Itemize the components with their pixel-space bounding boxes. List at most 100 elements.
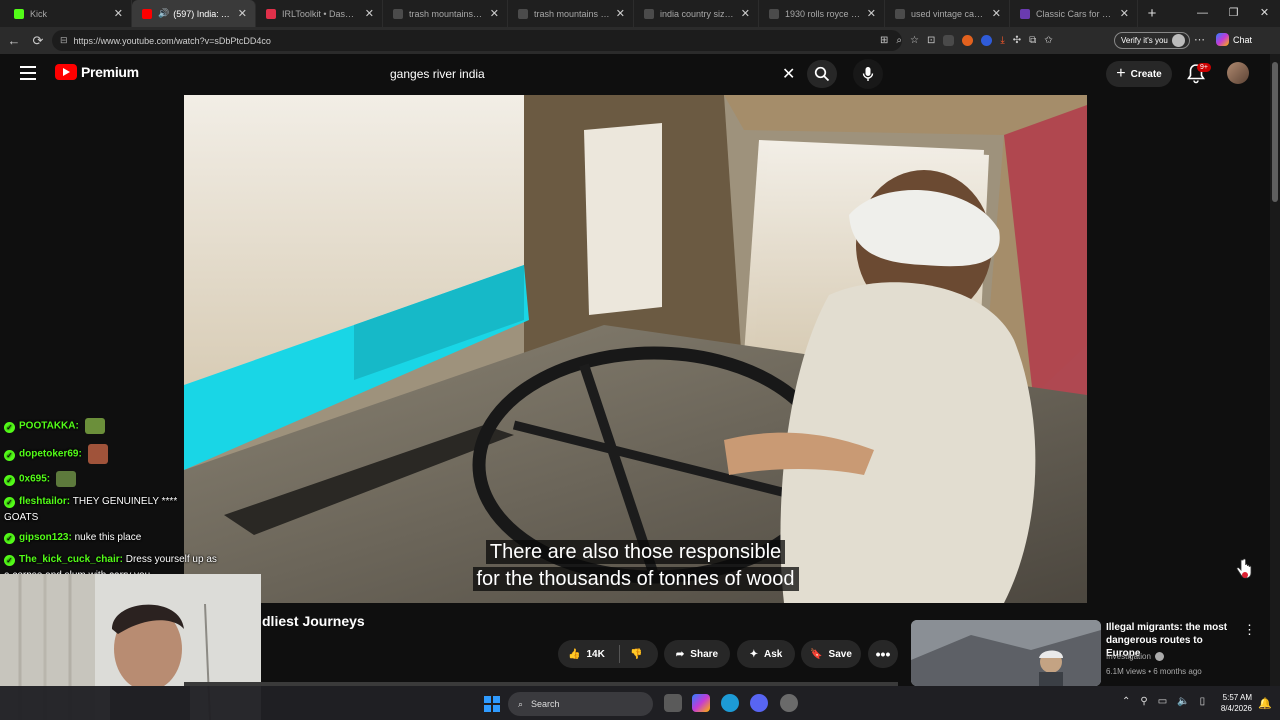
more-vertical-icon[interactable]: ⋮	[1243, 622, 1256, 638]
search-icon: ⌕	[518, 698, 524, 709]
tray-display-icon[interactable]: ▭	[1158, 696, 1167, 707]
channel-name: Investigation	[1106, 652, 1151, 661]
browser-menu-icon[interactable]: ⋯	[1194, 33, 1205, 46]
subtitle-line-2: for the thousands of tonnes of wood	[184, 567, 1087, 591]
menu-icon[interactable]	[20, 66, 36, 80]
close-tab-icon[interactable]: ✕	[867, 7, 876, 20]
tab-youtube[interactable]: 🔊 (597) India: All Roads ✕	[132, 0, 256, 27]
task-view-icon[interactable]	[664, 694, 682, 712]
close-tab-icon[interactable]: ✕	[114, 7, 123, 20]
address-bar[interactable]: ⊟ https://www.youtube.com/watch?v=sDbPtc…	[52, 30, 902, 51]
tray-app-icon[interactable]: ⚲	[1140, 696, 1147, 707]
chat-emote-icon	[55, 471, 76, 487]
close-tab-icon[interactable]: ✕	[238, 7, 247, 20]
notification-bell-icon[interactable]: 🔔	[1258, 697, 1272, 710]
share-arrow-icon: ➦	[675, 648, 685, 660]
search-button[interactable]	[807, 60, 837, 88]
close-tab-icon[interactable]: ✕	[1120, 7, 1129, 20]
recommended-thumbnail[interactable]	[911, 620, 1101, 686]
copilot-icon	[1216, 33, 1229, 46]
split-screen-icon[interactable]: ⧉	[1029, 35, 1036, 46]
copilot-taskbar-icon[interactable]	[692, 694, 710, 712]
orange-extension-icon[interactable]	[962, 35, 974, 46]
windows-taskbar: ⌕ Search ⌃ ⚲ ▭ 🔈 ▯ 5:57 AM 8/4/2026 🔔	[0, 686, 1280, 720]
create-label: Create	[1130, 68, 1162, 80]
recommended-meta: 6.1M views • 6 months ago	[1106, 667, 1202, 676]
verify-profile-button[interactable]: Verify it's you	[1114, 32, 1190, 49]
toolbar-icons: ⊞ ⌕ ☆ ⊡ ⤓ ✣ ⧉ ✩	[880, 27, 1053, 54]
ask-label: Ask	[764, 648, 783, 660]
youtube-favicon-icon	[142, 8, 152, 19]
voice-search-button[interactable]	[853, 59, 883, 89]
shield-extension-icon[interactable]	[943, 35, 955, 46]
tab-vintage-cars[interactable]: used vintage cars for sa ✕	[885, 0, 1010, 27]
taskbar-clock[interactable]: 5:57 AM 8/4/2026	[1212, 692, 1252, 714]
more-actions-button[interactable]: •••	[868, 640, 898, 668]
search-input[interactable]	[382, 60, 762, 88]
video-player[interactable]: There are also those responsible for the…	[184, 95, 1087, 603]
chat-badge-icon: ✓	[4, 449, 15, 461]
video-title: dliest Journeys	[262, 613, 365, 629]
subtitle-text: There are also those responsible	[485, 540, 786, 564]
create-button[interactable]: + Create	[1106, 61, 1172, 87]
site-info-icon[interactable]: ⊟	[60, 35, 68, 46]
search-favicon-icon	[393, 8, 403, 19]
extensions-icon[interactable]: ⊡	[927, 35, 935, 46]
tab-trash-mountains-1[interactable]: trash mountains in the u ✕	[383, 0, 508, 27]
favorites-icon[interactable]: ✩	[1044, 35, 1052, 46]
battery-icon[interactable]: ▯	[1200, 696, 1206, 707]
tab-trash-mountains-2[interactable]: trash mountains in the u ✕	[508, 0, 634, 27]
search-box: ✕	[382, 60, 808, 88]
share-button[interactable]: ➦ Share	[664, 640, 730, 668]
volume-icon[interactable]: 🔈	[1177, 696, 1189, 707]
window-controls: — ❐ ✕	[1187, 0, 1280, 27]
tab-kick[interactable]: Kick ✕	[4, 0, 132, 27]
download-icon[interactable]: ⤓	[1000, 35, 1004, 46]
like-button[interactable]: 👍 14K	[558, 645, 620, 663]
ask-button[interactable]: ✦ Ask	[737, 640, 795, 668]
page-scrollbar[interactable]	[1270, 54, 1280, 686]
chat-badge-icon: ✓	[4, 555, 15, 566]
blue-extension-icon[interactable]	[981, 35, 993, 46]
tab-rolls-royce[interactable]: 1930 rolls royce used an ✕	[759, 0, 885, 27]
windows-start-icon[interactable]	[484, 696, 500, 712]
tab-irltoolkit[interactable]: IRLToolkit • Dashboard ✕	[256, 0, 383, 27]
account-avatar[interactable]	[1227, 62, 1249, 84]
discord-icon[interactable]	[750, 694, 768, 712]
recommended-channel[interactable]: Investigation	[1106, 652, 1164, 661]
chat-emote-icon	[87, 444, 108, 464]
close-tab-icon[interactable]: ✕	[490, 7, 499, 20]
kick-favicon-icon	[14, 8, 24, 19]
tab-title: trash mountains in the u	[534, 8, 610, 19]
tray-chevron-up-icon[interactable]: ⌃	[1122, 696, 1130, 707]
puzzle-extension-icon[interactable]: ✣	[1013, 35, 1021, 46]
tab-title: india country size comp	[660, 8, 735, 19]
youtube-logo[interactable]: Premium	[55, 64, 139, 80]
close-tab-icon[interactable]: ✕	[741, 7, 750, 20]
back-arrow-icon[interactable]: ←	[2, 33, 26, 48]
zoom-icon[interactable]: ⌕	[896, 35, 902, 46]
minimize-icon[interactable]: —	[1187, 0, 1218, 27]
scrollbar-thumb[interactable]	[1272, 62, 1278, 202]
tab-india-size[interactable]: india country size comp ✕	[634, 0, 759, 27]
refresh-icon[interactable]: ⟳	[26, 33, 50, 49]
clear-search-icon[interactable]: ✕	[782, 64, 795, 84]
speaker-icon[interactable]: 🔊	[158, 8, 169, 19]
new-tab-button[interactable]: +	[1138, 5, 1166, 22]
copilot-chat-button[interactable]: Chat	[1216, 33, 1252, 46]
favorite-star-icon[interactable]: ☆	[910, 35, 919, 46]
taskbar-search[interactable]: ⌕ Search	[508, 692, 653, 716]
close-tab-icon[interactable]: ✕	[365, 7, 374, 20]
youtube-header: Premium ✕	[0, 54, 1270, 94]
close-window-icon[interactable]: ✕	[1249, 0, 1280, 27]
close-tab-icon[interactable]: ✕	[616, 7, 625, 20]
close-tab-icon[interactable]: ✕	[992, 7, 1001, 20]
edge-browser-icon[interactable]	[721, 694, 739, 712]
dislike-button[interactable]: 👎	[620, 645, 642, 663]
app-available-icon[interactable]: ⊞	[880, 35, 888, 46]
settings-gear-icon[interactable]	[780, 694, 798, 712]
clock-date: 8/4/2026	[1220, 704, 1252, 713]
tab-classic-cars[interactable]: Classic Cars for Sale Ne ✕	[1010, 0, 1138, 27]
save-button[interactable]: 🔖 Save	[801, 640, 861, 668]
restore-icon[interactable]: ❐	[1218, 0, 1249, 27]
